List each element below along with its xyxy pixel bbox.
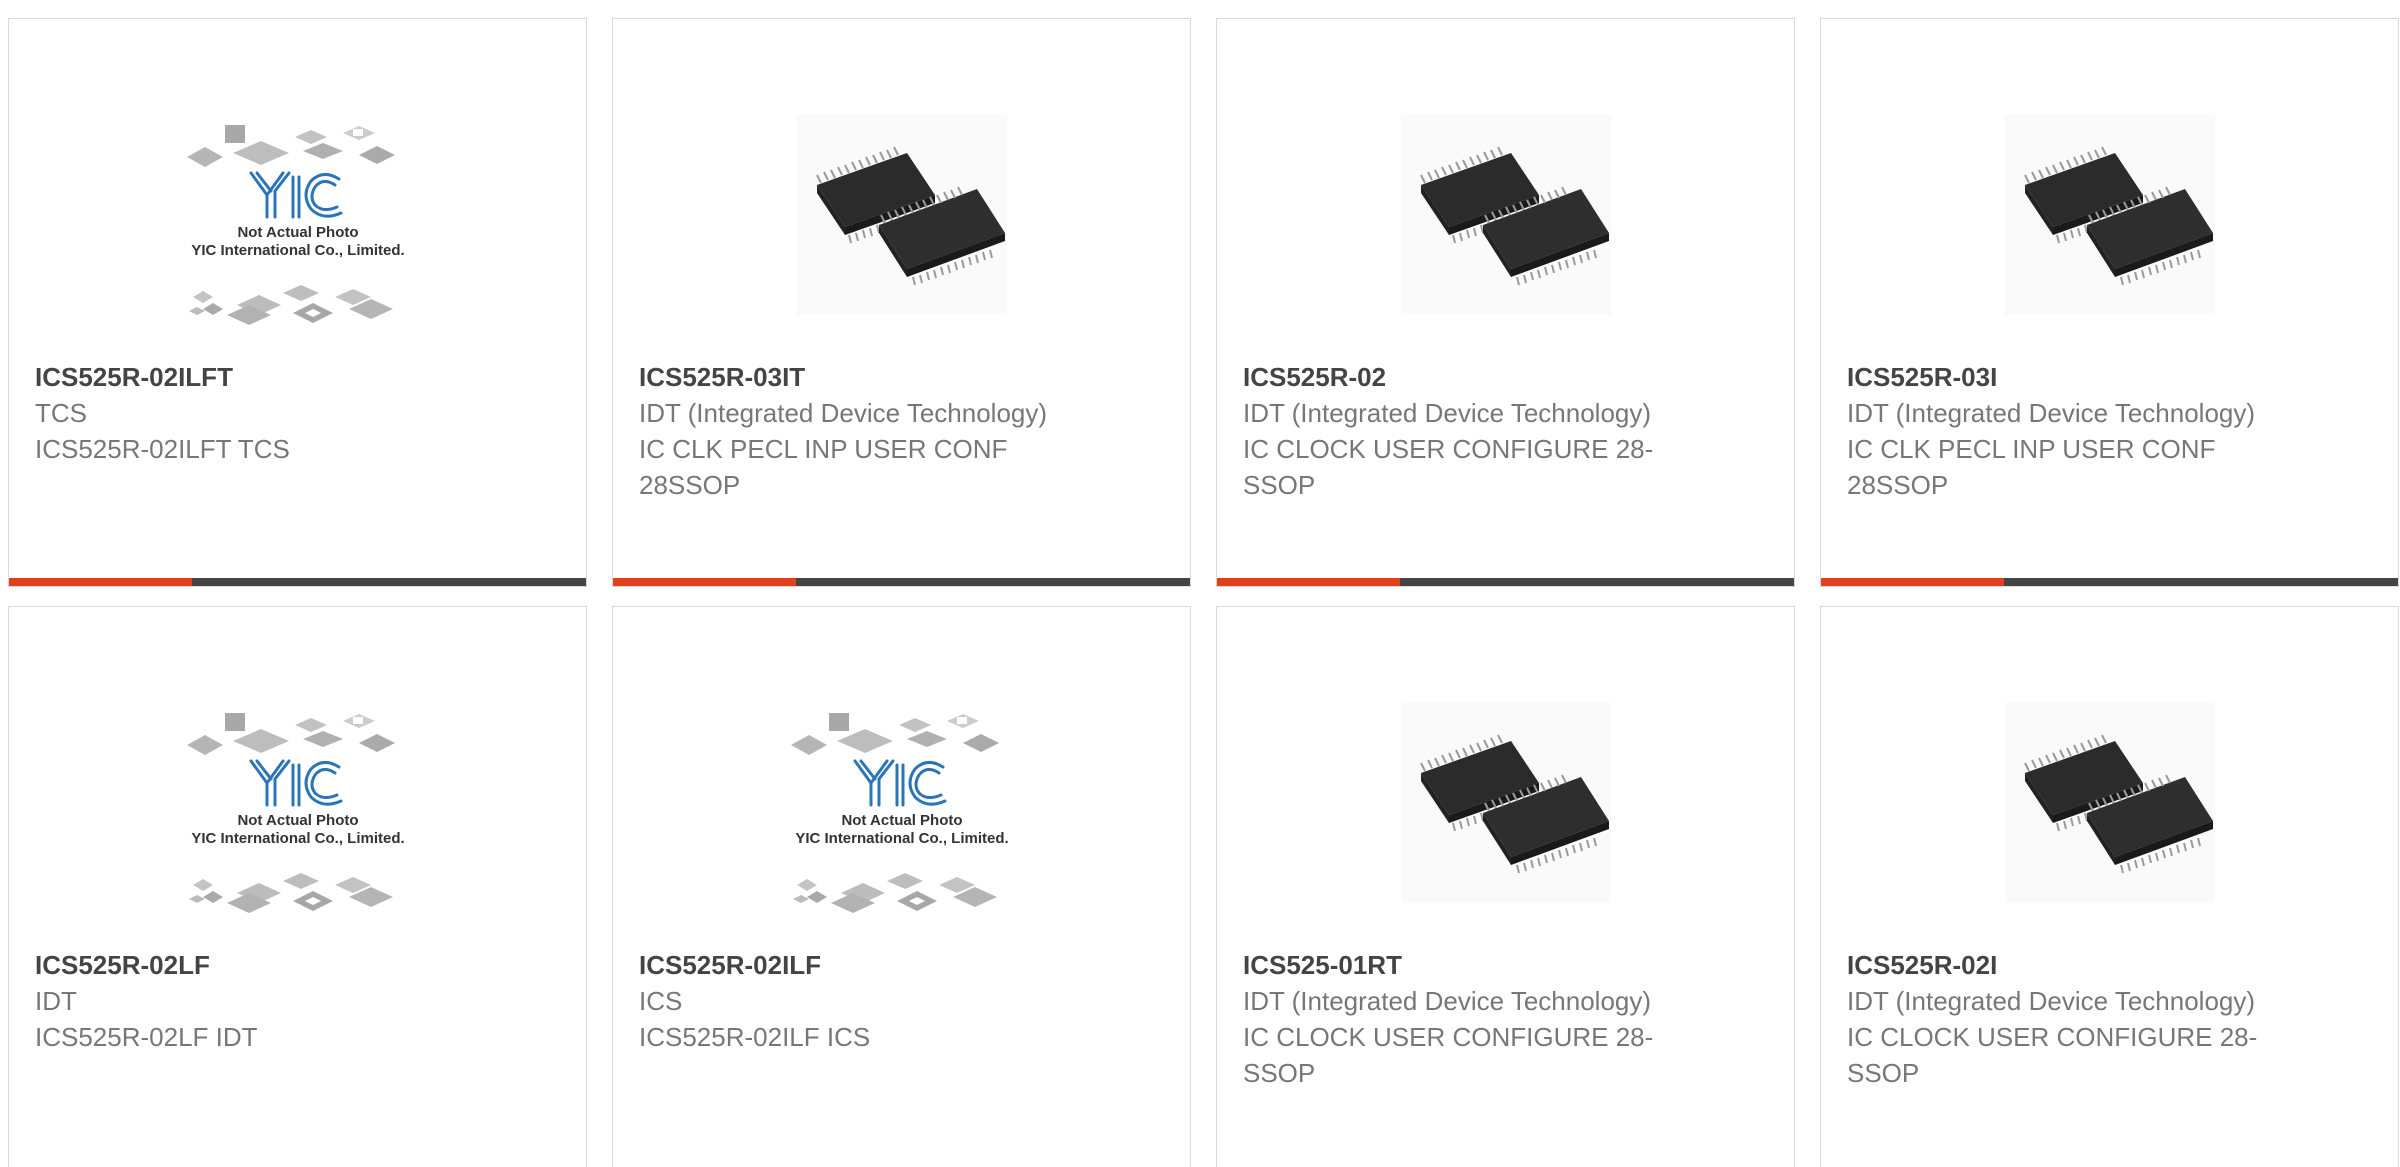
description: ICS525R-02ILFT TCS <box>35 434 290 464</box>
ssop-chip-image <box>1399 702 1612 904</box>
card-accent-bar <box>9 578 192 586</box>
placeholder-caption-line1: Not Actual Photo <box>237 812 358 829</box>
ssop-chip-image <box>795 114 1008 316</box>
card-bottom-bar <box>1821 578 2398 586</box>
part-number-link[interactable]: ICS525R-02ILFT <box>35 359 560 395</box>
description: IC CLK PECL INP USER CONF 28SSOP <box>1847 434 2216 500</box>
product-info: ICS525R-02ILF ICS ICS525R-02ILF ICS <box>639 947 1164 1055</box>
placeholder-product-image[interactable]: Not Actual Photo YIC International Co., … <box>163 673 433 933</box>
manufacturer: IDT (Integrated Device Technology) <box>639 398 1048 428</box>
product-card[interactable]: ICS525R-03IT IDT (Integrated Device Tech… <box>612 18 1191 587</box>
product-image[interactable] <box>1975 85 2245 345</box>
part-number-link[interactable]: ICS525-01RT <box>1243 947 1768 983</box>
placeholder-caption-line1: Not Actual Photo <box>841 812 962 829</box>
product-card[interactable]: Not Actual Photo YIC International Co., … <box>8 18 587 587</box>
placeholder-graphic: Not Actual Photo YIC International Co., … <box>185 711 404 915</box>
placeholder-caption-line2: YIC International Co., Limited. <box>795 830 1008 847</box>
manufacturer: IDT (Integrated Device Technology) <box>1243 398 1652 428</box>
placeholder-product-image[interactable]: Not Actual Photo YIC International Co., … <box>163 85 433 345</box>
part-number-link[interactable]: ICS525R-02 <box>1243 359 1768 395</box>
placeholder-graphic: Not Actual Photo YIC International Co., … <box>789 711 1008 915</box>
card-bottom-bar <box>1217 578 1794 586</box>
product-image[interactable] <box>767 85 1037 345</box>
placeholder-product-image[interactable]: Not Actual Photo YIC International Co., … <box>767 673 1037 933</box>
description: ICS525R-02LF IDT <box>35 1022 258 1052</box>
manufacturer: IDT <box>35 986 77 1016</box>
ssop-chip-image <box>2003 702 2216 904</box>
product-card[interactable]: Not Actual Photo YIC International Co., … <box>8 606 587 1167</box>
product-info: ICS525R-02 IDT (Integrated Device Techno… <box>1243 359 1768 503</box>
product-image[interactable] <box>1975 673 2245 933</box>
ssop-chip-image <box>1399 114 1612 316</box>
product-image[interactable] <box>1371 85 1641 345</box>
card-accent-bar <box>1217 578 1400 586</box>
ssop-chip-image <box>2003 114 2216 316</box>
product-card[interactable]: ICS525R-02I IDT (Integrated Device Techn… <box>1820 606 2399 1167</box>
manufacturer: IDT (Integrated Device Technology) <box>1243 986 1652 1016</box>
product-info: ICS525R-03I IDT (Integrated Device Techn… <box>1847 359 2372 503</box>
product-info: ICS525R-02LF IDT ICS525R-02LF IDT <box>35 947 560 1055</box>
description: IC CLOCK USER CONFIGURE 28-SSOP <box>1243 1022 1654 1088</box>
manufacturer: ICS <box>639 986 683 1016</box>
card-bottom-bar <box>9 578 586 586</box>
product-grid: Not Actual Photo YIC International Co., … <box>0 0 2400 1167</box>
manufacturer: IDT (Integrated Device Technology) <box>1847 398 2256 428</box>
part-number-link[interactable]: ICS525R-03IT <box>639 359 1164 395</box>
product-card[interactable]: Not Actual Photo YIC International Co., … <box>612 606 1191 1167</box>
placeholder-caption-line1: Not Actual Photo <box>237 224 358 241</box>
description: IC CLK PECL INP USER CONF 28SSOP <box>639 434 1008 500</box>
card-bottom-bar <box>613 578 1190 586</box>
manufacturer: IDT (Integrated Device Technology) <box>1847 986 2256 1016</box>
card-accent-bar <box>1821 578 2004 586</box>
part-number-link[interactable]: ICS525R-02LF <box>35 947 560 983</box>
card-accent-bar <box>613 578 796 586</box>
product-info: ICS525-01RT IDT (Integrated Device Techn… <box>1243 947 1768 1091</box>
product-info: ICS525R-02I IDT (Integrated Device Techn… <box>1847 947 2372 1091</box>
product-card[interactable]: ICS525-01RT IDT (Integrated Device Techn… <box>1216 606 1795 1167</box>
product-info: ICS525R-02ILFT TCS ICS525R-02ILFT TCS <box>35 359 560 467</box>
manufacturer: TCS <box>35 398 87 428</box>
product-card[interactable]: ICS525R-02 IDT (Integrated Device Techno… <box>1216 18 1795 587</box>
placeholder-caption-line2: YIC International Co., Limited. <box>191 830 404 847</box>
placeholder-caption-line2: YIC International Co., Limited. <box>191 242 404 259</box>
description: ICS525R-02ILF ICS <box>639 1022 871 1052</box>
part-number-link[interactable]: ICS525R-03I <box>1847 359 2372 395</box>
description: IC CLOCK USER CONFIGURE 28-SSOP <box>1847 1022 2258 1088</box>
description: IC CLOCK USER CONFIGURE 28-SSOP <box>1243 434 1654 500</box>
placeholder-graphic: Not Actual Photo YIC International Co., … <box>185 123 404 327</box>
product-info: ICS525R-03IT IDT (Integrated Device Tech… <box>639 359 1164 503</box>
part-number-link[interactable]: ICS525R-02I <box>1847 947 2372 983</box>
part-number-link[interactable]: ICS525R-02ILF <box>639 947 1164 983</box>
product-card[interactable]: ICS525R-03I IDT (Integrated Device Techn… <box>1820 18 2399 587</box>
product-image[interactable] <box>1371 673 1641 933</box>
